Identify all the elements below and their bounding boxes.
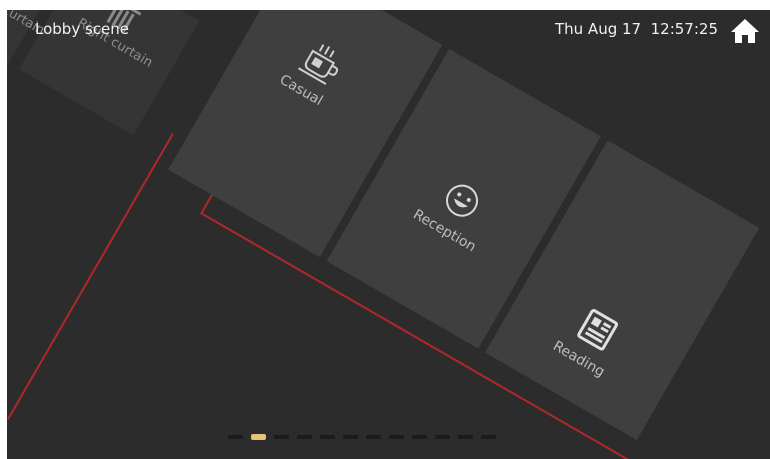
page-dot-8[interactable] bbox=[389, 435, 404, 439]
scene-screen: Right curtain Left curtain bbox=[7, 10, 770, 459]
coffee-cup-icon bbox=[298, 44, 339, 85]
page-dot-1[interactable] bbox=[228, 435, 243, 439]
page-dot-5[interactable] bbox=[320, 435, 335, 439]
home-icon[interactable] bbox=[730, 18, 760, 44]
page-indicator bbox=[228, 434, 496, 440]
page-dot-6[interactable] bbox=[343, 435, 358, 439]
page-dot-12[interactable] bbox=[481, 435, 496, 439]
selection-border-left bbox=[7, 133, 174, 420]
page-dot-2[interactable] bbox=[251, 434, 266, 440]
page-dot-7[interactable] bbox=[366, 435, 381, 439]
page-dot-4[interactable] bbox=[297, 435, 312, 439]
smiley-icon bbox=[446, 184, 479, 217]
page-dot-10[interactable] bbox=[435, 435, 450, 439]
datetime-display: Thu Aug 17 12:57:25 bbox=[555, 20, 718, 38]
page-dot-3[interactable] bbox=[274, 435, 289, 439]
scene-title: Lobby scene bbox=[35, 20, 129, 38]
time-text: 12:57:25 bbox=[650, 20, 718, 38]
page-dot-11[interactable] bbox=[458, 435, 473, 439]
date-text: Thu Aug 17 bbox=[554, 20, 642, 38]
newspaper-icon bbox=[577, 309, 619, 351]
page-dot-9[interactable] bbox=[412, 435, 427, 439]
